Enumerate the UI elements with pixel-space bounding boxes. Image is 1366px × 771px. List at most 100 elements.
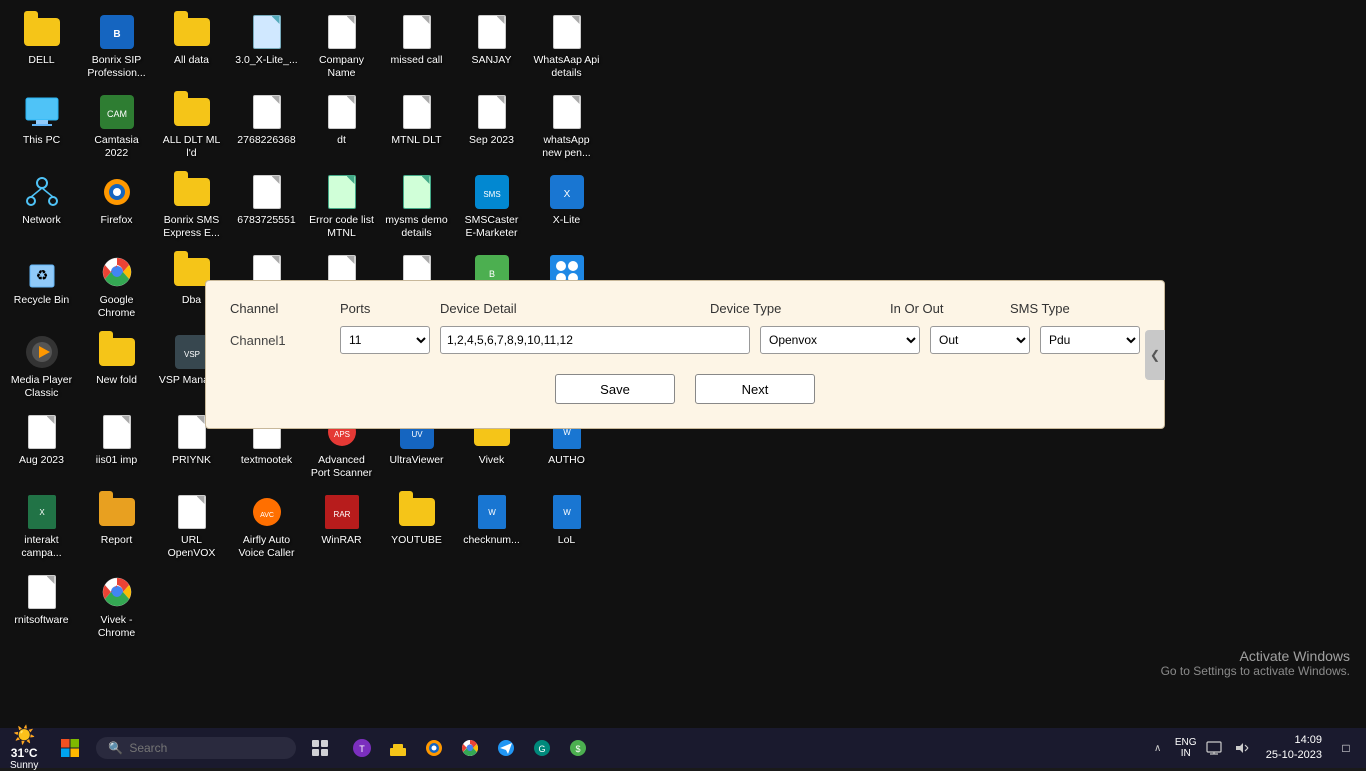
icon-3x-lite[interactable]: 3.0_X-Lite_...: [229, 8, 304, 88]
taskbar-clock: 14:09 25-10-2023: [1258, 733, 1330, 764]
svg-text:W: W: [563, 508, 571, 517]
clock-time: 14:09: [1266, 733, 1322, 748]
taskbar-money-icon[interactable]: $: [562, 732, 594, 764]
desktop: DELL B Bonrix SIP Profession... All data…: [0, 0, 1366, 728]
tray-lang: ENGIN: [1174, 736, 1198, 760]
icon-media-player[interactable]: Media Player Classic: [4, 328, 79, 408]
icon-6783[interactable]: 6783725551: [229, 168, 304, 248]
icon-all-data[interactable]: All data: [154, 8, 229, 88]
icon-sanjay[interactable]: SANJAY: [454, 8, 529, 88]
icon-iis01[interactable]: iis01 imp: [79, 408, 154, 488]
header-in-or-out: In Or Out: [890, 301, 1010, 316]
icon-xlite[interactable]: X X-Lite: [529, 168, 604, 248]
icon-bonrix-sip[interactable]: B Bonrix SIP Profession...: [79, 8, 154, 88]
icon-this-pc[interactable]: This PC: [4, 88, 79, 168]
header-device-detail: Device Detail: [440, 301, 710, 316]
icon-checknum[interactable]: W checknum...: [454, 488, 529, 568]
icon-airfly[interactable]: AVC Airfly Auto Voice Caller: [229, 488, 304, 568]
header-sms-type: SMS Type: [1010, 301, 1140, 316]
tray-chevron[interactable]: ∧: [1146, 736, 1170, 760]
svg-text:CAM: CAM: [107, 109, 127, 119]
icon-all-dlt[interactable]: ALL DLT ML l'd: [154, 88, 229, 168]
icon-mysms[interactable]: mysms demo details: [379, 168, 454, 248]
icon-chrome[interactable]: Google Chrome: [79, 248, 154, 328]
icon-interakt[interactable]: X interakt campa...: [4, 488, 79, 568]
icon-lol[interactable]: W LoL: [529, 488, 604, 568]
icon-winrar[interactable]: RAR WinRAR: [304, 488, 379, 568]
search-input[interactable]: [129, 741, 269, 755]
icon-vivek-chrome[interactable]: Vivek - Chrome: [79, 568, 154, 648]
lang-label: ENGIN: [1175, 737, 1197, 759]
icon-network[interactable]: Network: [4, 168, 79, 248]
ports-select[interactable]: 11 1 2: [340, 326, 430, 354]
icon-report[interactable]: Report: [79, 488, 154, 568]
header-ports: Ports: [340, 301, 440, 316]
tray-volume[interactable]: [1230, 736, 1254, 760]
svg-text:$: $: [576, 744, 581, 754]
save-button[interactable]: Save: [555, 374, 675, 404]
header-device-type: Device Type: [710, 301, 890, 316]
start-button[interactable]: [52, 730, 88, 766]
taskbar-ext-icon[interactable]: G: [526, 732, 558, 764]
device-detail-input[interactable]: [440, 326, 750, 354]
in-or-out-select[interactable]: Out In Both: [930, 326, 1030, 354]
weather-temp: 31°C: [11, 746, 38, 760]
svg-text:B: B: [488, 269, 494, 279]
activate-windows-watermark: Activate Windows Go to Settings to activ…: [1161, 648, 1350, 678]
taskbar: ☀️ 31°C Sunny 🔍 T G $: [0, 728, 1366, 768]
icon-new-fold[interactable]: New fold: [79, 328, 154, 408]
icon-youtube[interactable]: YOUTUBE: [379, 488, 454, 568]
icon-error-code[interactable]: Error code list MTNL: [304, 168, 379, 248]
taskbar-teams-icon[interactable]: T: [346, 732, 378, 764]
svg-text:VSP: VSP: [183, 350, 199, 359]
taskbar-search-box[interactable]: 🔍: [96, 737, 296, 759]
svg-text:W: W: [563, 428, 571, 437]
svg-text:W: W: [488, 508, 496, 517]
icon-2768[interactable]: 2768226368: [229, 88, 304, 168]
sms-type-select[interactable]: Pdu Text: [1040, 326, 1140, 354]
icon-whatsapp-api[interactable]: WhatsAap Api details: [529, 8, 604, 88]
icon-company-name[interactable]: Company Name: [304, 8, 379, 88]
svg-text:AVC: AVC: [260, 512, 274, 519]
header-channel: Channel: [230, 301, 340, 316]
icon-whatsapp-pen[interactable]: whatsApp new pen...: [529, 88, 604, 168]
taskbar-telegram-icon[interactable]: [490, 732, 522, 764]
icon-dell[interactable]: DELL: [4, 8, 79, 88]
weather-icon: ☀️: [13, 725, 35, 746]
device-type-select[interactable]: Openvox Other: [760, 326, 920, 354]
dialog-header: Channel Ports Device Detail Device Type …: [230, 301, 1140, 316]
taskbar-file-icon[interactable]: [382, 732, 414, 764]
svg-text:X: X: [39, 508, 45, 517]
icon-dt[interactable]: dt: [304, 88, 379, 168]
svg-text:APS: APS: [333, 430, 349, 439]
dialog-buttons: Save Next: [230, 374, 1140, 404]
taskbar-chrome-icon[interactable]: [454, 732, 486, 764]
icon-sep-2023[interactable]: Sep 2023: [454, 88, 529, 168]
icon-recycle[interactable]: ♻ Recycle Bin: [4, 248, 79, 328]
clock-date: 25-10-2023: [1266, 748, 1322, 763]
activate-title: Activate Windows: [1161, 648, 1350, 664]
svg-text:♻: ♻: [35, 267, 48, 283]
icon-aug-2023[interactable]: Aug 2023: [4, 408, 79, 488]
taskbar-tray: ∧ ENGIN 14:09 25-10-2023 □: [1138, 733, 1366, 764]
taskbar-browser-icon[interactable]: [418, 732, 450, 764]
icon-missed-call[interactable]: missed call: [379, 8, 454, 88]
taskbar-weather: ☀️ 31°C Sunny: [0, 725, 48, 771]
icon-smscaster[interactable]: SMS SMSCaster E-Marketer: [454, 168, 529, 248]
icon-bonrix-sms[interactable]: Bonrix SMS Express E...: [154, 168, 229, 248]
svg-text:UV: UV: [411, 430, 423, 439]
icon-camtasia[interactable]: CAM Camtasia 2022: [79, 88, 154, 168]
tray-display[interactable]: [1202, 736, 1226, 760]
channel-label: Channel1: [230, 333, 340, 348]
side-arrow[interactable]: ❮: [1145, 330, 1165, 380]
svg-text:G: G: [539, 744, 546, 754]
weather-desc: Sunny: [10, 760, 38, 771]
icon-url-openvox[interactable]: URL OpenVOX: [154, 488, 229, 568]
tray-notification[interactable]: □: [1334, 736, 1358, 760]
icon-firefox[interactable]: Firefox: [79, 168, 154, 248]
channel-config-dialog: Channel Ports Device Detail Device Type …: [205, 280, 1165, 429]
next-button[interactable]: Next: [695, 374, 815, 404]
task-view-button[interactable]: [304, 732, 336, 764]
icon-mtnl-dlt[interactable]: MTNL DLT: [379, 88, 454, 168]
icon-rnitsoftware[interactable]: rnitsoftware: [4, 568, 79, 648]
